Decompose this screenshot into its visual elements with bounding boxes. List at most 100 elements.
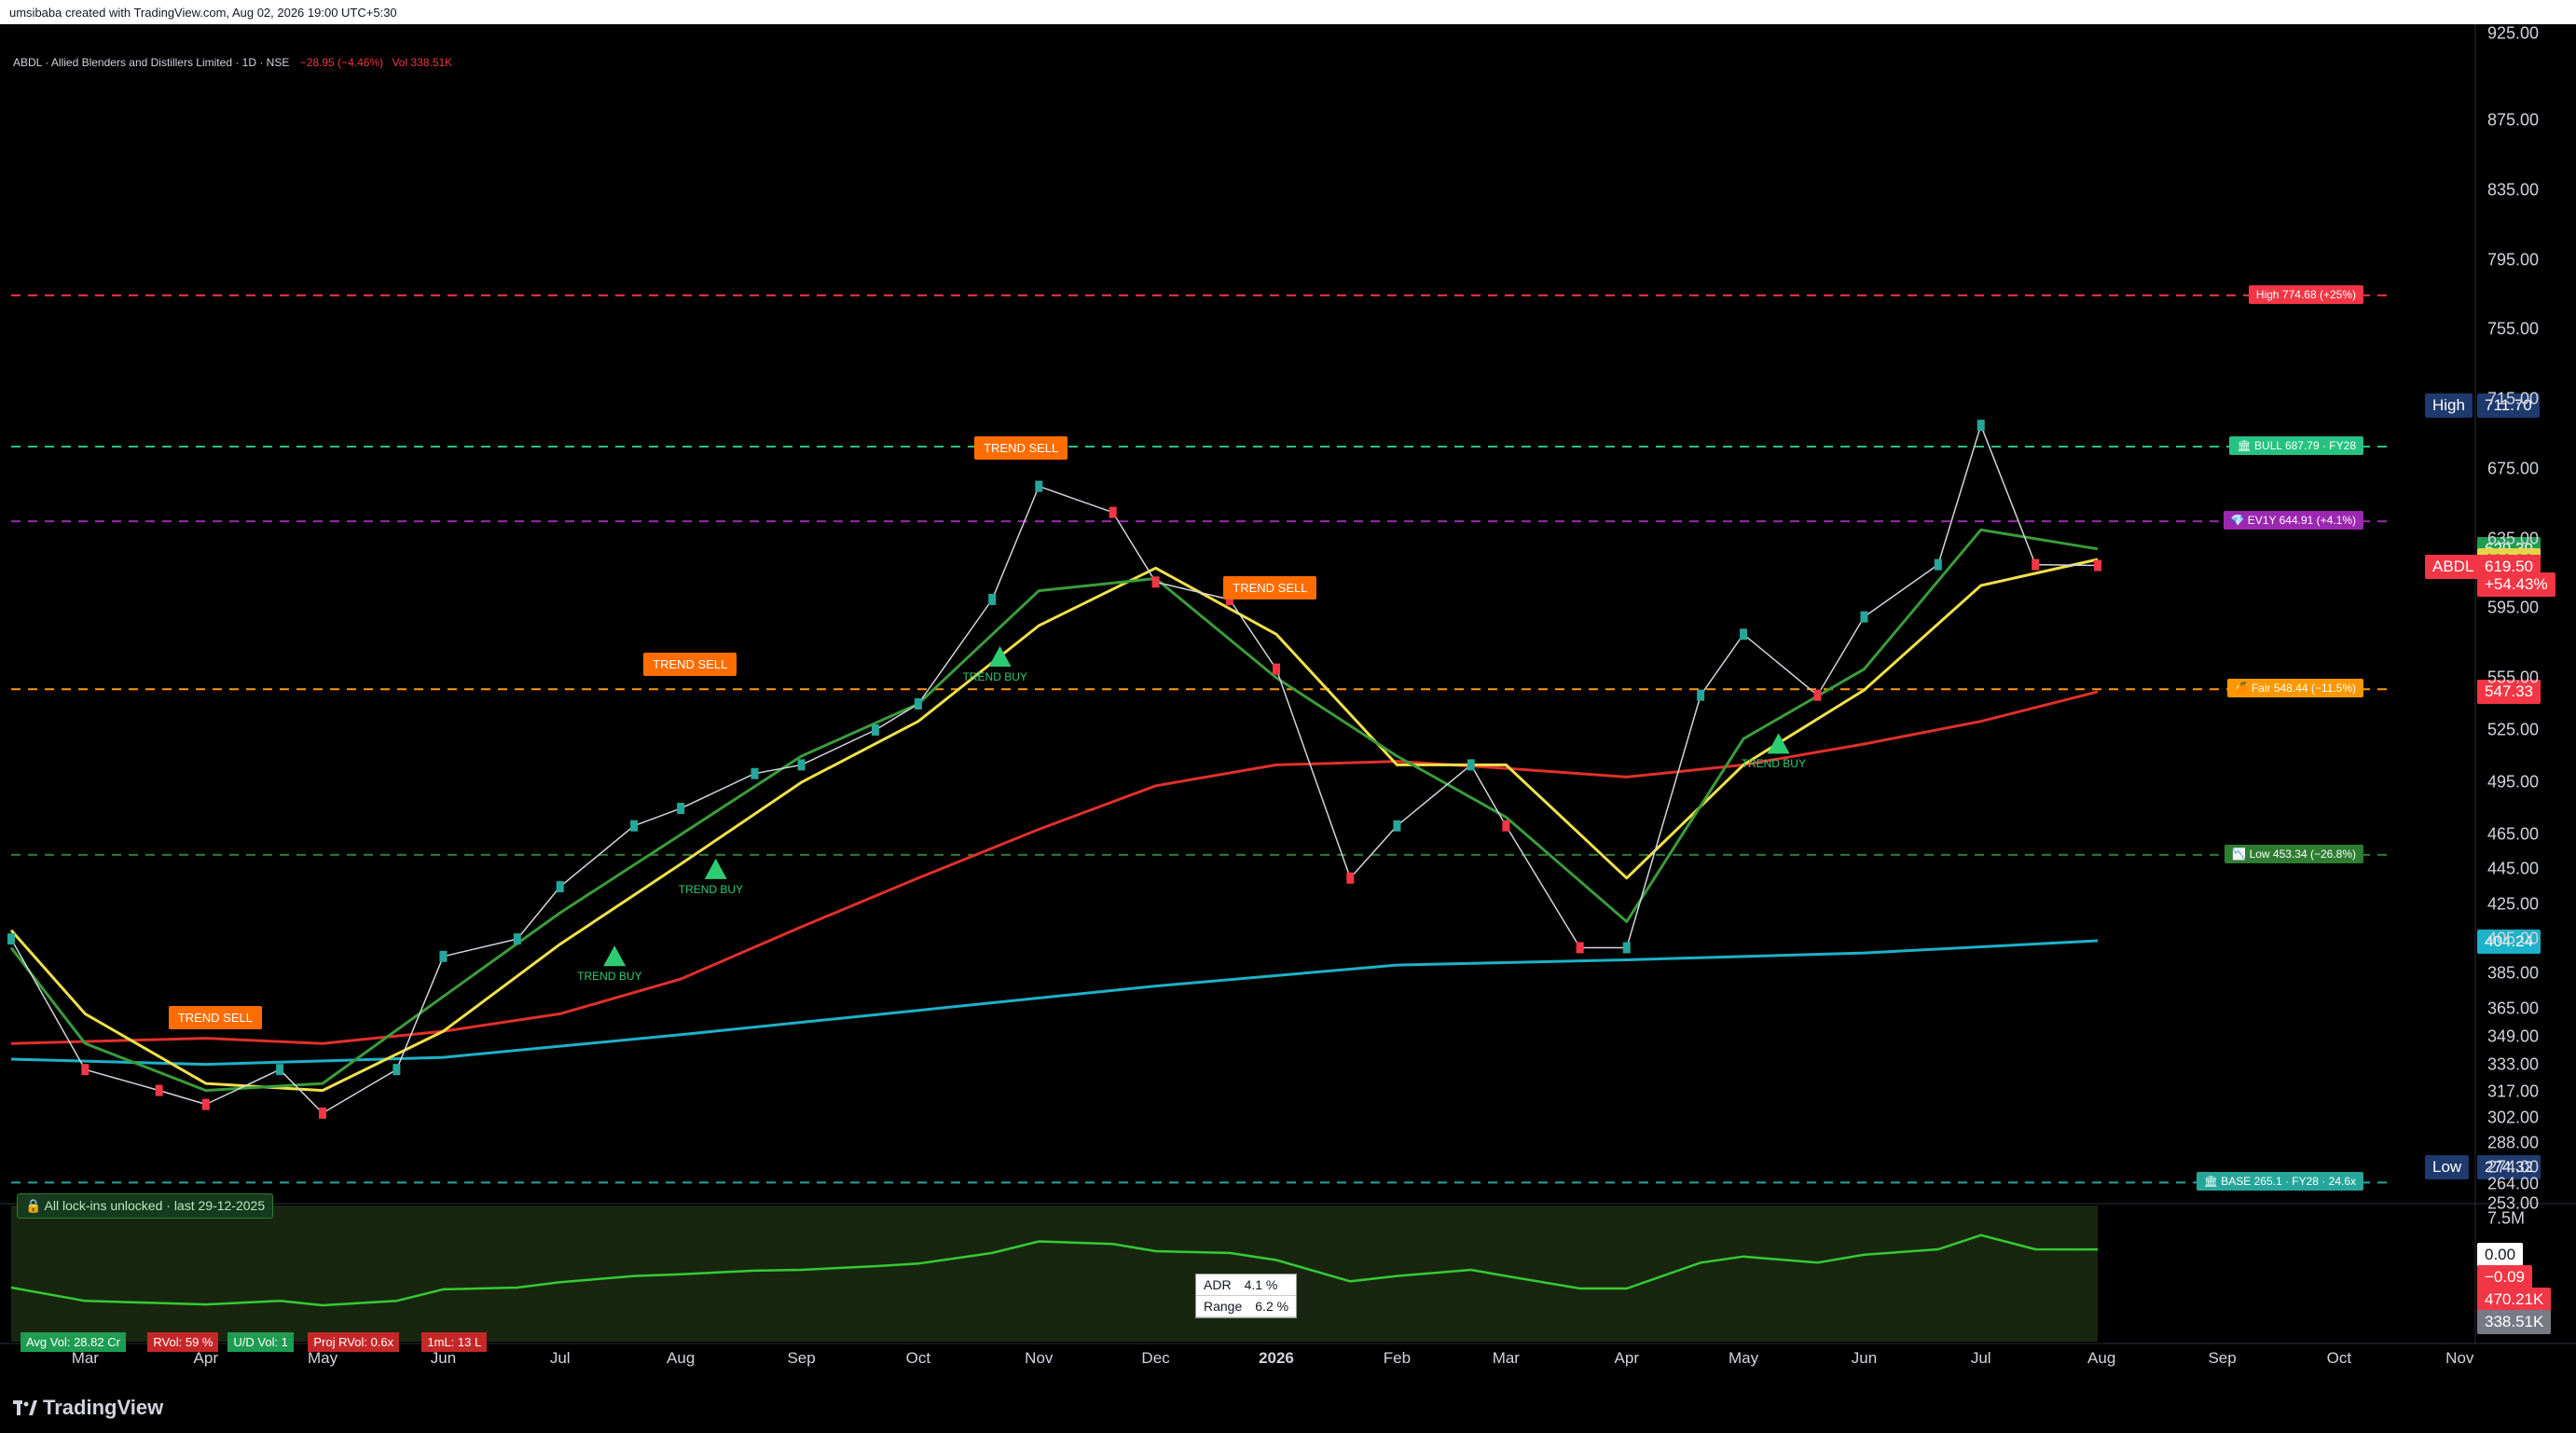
price-point xyxy=(630,820,639,832)
price-point xyxy=(1502,820,1510,832)
x-tick-label: Apr xyxy=(1614,1349,1639,1367)
price-point xyxy=(81,1064,90,1076)
x-tick-label: Jul xyxy=(1970,1349,1991,1367)
x-tick-label: Nov xyxy=(1025,1349,1054,1367)
price-point xyxy=(1622,942,1631,954)
y-tick-label: 715.00 xyxy=(2487,389,2540,408)
volume-stat: Avg Vol: 28.82 Cr xyxy=(21,1332,126,1352)
y-tick-label: 755.00 xyxy=(2487,319,2540,338)
y-tick-label: 875.00 xyxy=(2487,110,2540,130)
x-tick-label: Feb xyxy=(1383,1349,1412,1367)
trend-buy-triangle xyxy=(1767,733,1790,754)
x-tick-label: May xyxy=(1728,1349,1759,1367)
sub-pane-band xyxy=(11,1206,2098,1342)
x-tick-label: Mar xyxy=(71,1349,99,1367)
series-line-3 xyxy=(9,528,2099,1093)
trend-sell-label: TREND SELL xyxy=(168,1006,262,1030)
price-point xyxy=(1272,663,1280,675)
price-point xyxy=(871,724,879,737)
level-label-fair: 🍊 Fair 548.44 (−11.5%) xyxy=(2226,679,2363,698)
x-tick-label: Dec xyxy=(1141,1349,1170,1367)
sub-pane-tag: 0.00 xyxy=(2477,1243,2524,1267)
price-point xyxy=(677,803,685,815)
price-point xyxy=(1813,689,1822,701)
y-tick-label: 925.00 xyxy=(2487,23,2540,43)
trend-buy-triangle xyxy=(603,945,627,967)
price-point xyxy=(439,950,448,962)
x-tick-label: Jun xyxy=(430,1349,457,1367)
y-tick-label: 302.00 xyxy=(2487,1108,2540,1127)
price-point xyxy=(556,881,564,893)
price-point xyxy=(319,1107,327,1119)
price-point xyxy=(1740,628,1748,641)
price-tag-label: High xyxy=(2425,393,2473,419)
symbol-title: ABDL · Allied Blenders and Distillers Li… xyxy=(13,56,290,69)
price-point xyxy=(513,933,521,945)
sub-pane-tag: 338.51K xyxy=(2477,1310,2552,1334)
trend-sell-label: TREND SELL xyxy=(1223,575,1317,599)
x-tick-label: Jul xyxy=(549,1349,571,1367)
lockin-banner: 🔒 All lock-ins unlocked · last 29-12-202… xyxy=(17,1193,274,1219)
price-point xyxy=(1697,689,1705,701)
trend-buy-label: TREND BUY xyxy=(962,669,1027,683)
x-tick-label: Aug xyxy=(667,1349,696,1367)
volume-stat: RVol: 59 % xyxy=(147,1332,219,1352)
level-label-bull: 🏛 BULL 687.79 · FY28 xyxy=(2229,436,2363,455)
volume-stat: Proj RVol: 0.6x xyxy=(308,1332,400,1352)
level-label-base: 🏛 BASE 265.1 · FY28 · 24.6x xyxy=(2196,1172,2363,1192)
x-tick-label: Mar xyxy=(1492,1349,1520,1367)
level-label-ev1y: 💎 EV1Y 644.91 (+4.1%) xyxy=(2223,511,2363,530)
price-point xyxy=(1576,942,1584,954)
x-tick-label: May xyxy=(307,1349,338,1367)
x-tick-label: Sep xyxy=(2208,1349,2237,1367)
series-line-1 xyxy=(10,690,2099,1045)
price-point xyxy=(393,1064,401,1076)
tradingview-logo[interactable]: TradingView xyxy=(13,1396,163,1420)
y-tick-label: 264.00 xyxy=(2487,1174,2540,1193)
price-change: −28.95 (−4.46%) xyxy=(299,56,384,69)
price-point xyxy=(7,933,15,945)
brand-name: TradingView xyxy=(43,1396,164,1419)
price-tag-value: +54.43% xyxy=(2477,572,2555,598)
price-chart-svg[interactable] xyxy=(0,24,2576,1377)
x-tick-label: Nov xyxy=(2445,1349,2474,1367)
trend-buy-label: TREND BUY xyxy=(1741,757,1806,771)
price-point xyxy=(1151,576,1160,588)
footer: TradingView xyxy=(0,1377,2576,1433)
trend-buy-label: TREND BUY xyxy=(577,970,642,984)
price-point xyxy=(914,698,922,710)
y-tick-label: 635.00 xyxy=(2487,529,2540,548)
price-point xyxy=(2032,558,2040,571)
price-point xyxy=(1346,872,1355,884)
level-label-low_target: 📉 Low 453.34 (−26.8%) xyxy=(2225,844,2363,863)
sub-y-tick: 7.5M xyxy=(2487,1208,2526,1228)
volume-label: Vol 338.51K xyxy=(392,56,453,69)
x-tick-label: Apr xyxy=(193,1349,218,1367)
price-point xyxy=(276,1064,284,1076)
y-tick-label: 795.00 xyxy=(2487,250,2540,269)
adr-row: ADR 4.1 % xyxy=(1196,1275,1297,1296)
x-tick-label: Sep xyxy=(787,1349,816,1367)
y-tick-label: 495.00 xyxy=(2487,772,2540,792)
y-tick-label: 365.00 xyxy=(2487,999,2540,1018)
x-tick-label: 2026 xyxy=(1259,1349,1294,1367)
price-point xyxy=(1467,759,1475,771)
x-tick-label: Oct xyxy=(905,1349,931,1367)
chart-area[interactable]: ABDL · Allied Blenders and Distillers Li… xyxy=(0,24,2576,1377)
price-point xyxy=(1860,611,1868,623)
credit-text: umsibaba created with TradingView.com, A… xyxy=(9,6,397,20)
price-point xyxy=(2093,559,2101,572)
price-point xyxy=(1035,480,1043,492)
price-point xyxy=(751,767,759,779)
y-tick-label: 675.00 xyxy=(2487,459,2540,478)
volume-stat: U/D Vol: 1 xyxy=(227,1332,294,1352)
y-tick-label: 333.00 xyxy=(2487,1054,2540,1074)
x-tick-label: Oct xyxy=(2326,1349,2352,1367)
price-point xyxy=(1109,506,1117,518)
symbol-legend: ABDL · Allied Blenders and Distillers Li… xyxy=(13,56,452,69)
y-tick-label: 835.00 xyxy=(2487,180,2540,200)
price-point xyxy=(1393,820,1401,832)
y-tick-label: 595.00 xyxy=(2487,598,2540,617)
sub-pane-tag: 470.21K xyxy=(2477,1288,2552,1312)
sub-pane-tag: −0.09 xyxy=(2477,1265,2533,1289)
